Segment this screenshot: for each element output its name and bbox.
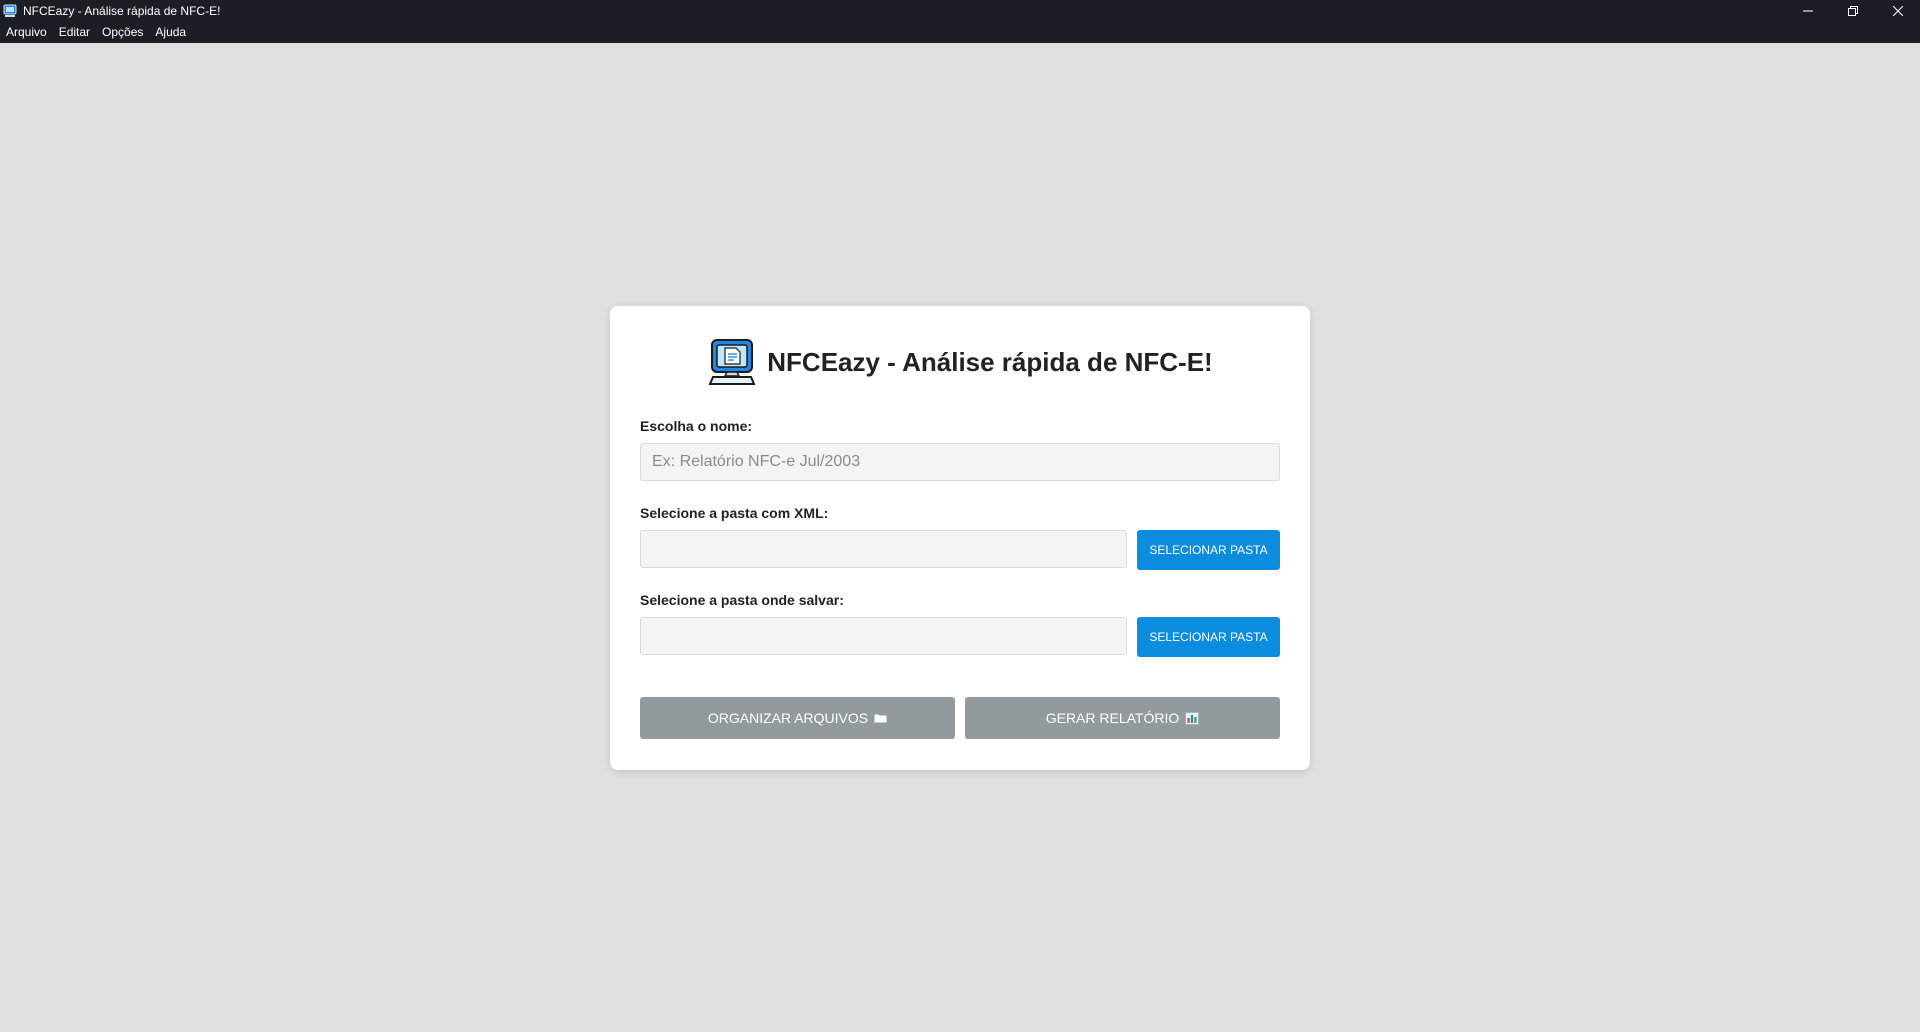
organize-files-button[interactable]: ORGANIZAR ARQUIVOS <box>640 697 955 739</box>
bar-chart-icon <box>1185 711 1200 725</box>
save-folder-input[interactable] <box>640 617 1127 655</box>
menu-editar[interactable]: Editar <box>53 25 96 39</box>
generate-report-button[interactable]: GERAR RELATÓRIO <box>965 697 1280 739</box>
main-card: NFCEazy - Análise rápida de NFC-E! Escol… <box>610 306 1310 770</box>
report-name-input[interactable] <box>640 443 1280 481</box>
xml-folder-input[interactable] <box>640 530 1127 568</box>
window-title: NFCEazy - Análise rápida de NFC-E! <box>23 3 221 18</box>
name-label: Escolha o nome: <box>640 418 753 434</box>
computer-document-icon <box>708 339 756 385</box>
card-header: NFCEazy - Análise rápida de NFC-E! <box>610 336 1310 388</box>
page-title: NFCEazy - Análise rápida de NFC-E! <box>767 346 1213 377</box>
menu-arquivo[interactable]: Arquivo <box>0 25 53 39</box>
menu-bar: Arquivo Editar Opções Ajuda <box>0 21 1920 43</box>
close-button[interactable] <box>1875 0 1920 21</box>
title-bar: NFCEazy - Análise rápida de NFC-E! <box>0 0 1920 21</box>
select-xml-folder-button[interactable]: SELECIONAR PASTA <box>1137 530 1280 570</box>
menu-opcoes[interactable]: Opções <box>96 25 149 39</box>
window-controls <box>1785 0 1920 21</box>
xml-folder-label: Selecione a pasta com XML: <box>640 505 829 521</box>
generate-report-label: GERAR RELATÓRIO <box>1045 710 1180 726</box>
minimize-button[interactable] <box>1785 0 1830 21</box>
select-save-folder-button[interactable]: SELECIONAR PASTA <box>1137 617 1280 657</box>
organize-files-label: ORGANIZAR ARQUIVOS <box>707 710 869 726</box>
restore-icon <box>1847 5 1858 16</box>
close-icon <box>1892 5 1903 16</box>
folder-icon <box>874 713 887 723</box>
save-folder-label: Selecione a pasta onde salvar: <box>640 592 844 608</box>
restore-button[interactable] <box>1830 0 1875 21</box>
computer-icon <box>3 4 17 18</box>
minimize-icon <box>1802 10 1813 11</box>
menu-ajuda[interactable]: Ajuda <box>149 25 192 39</box>
